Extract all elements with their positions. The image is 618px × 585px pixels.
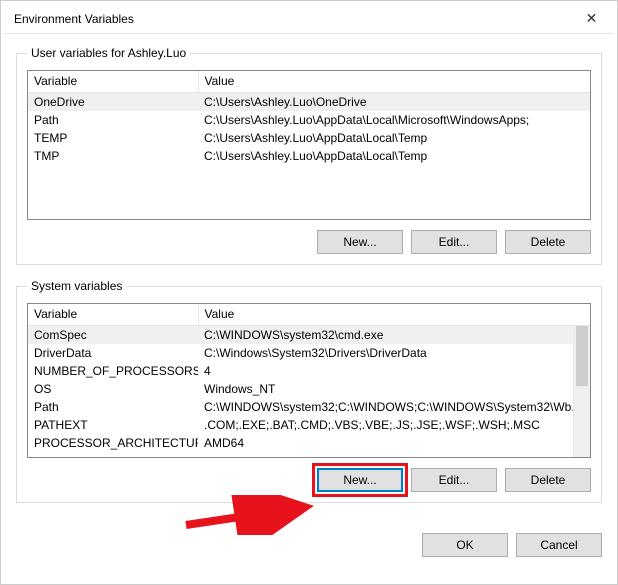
cell-var: Path xyxy=(28,398,198,416)
scrollbar-thumb[interactable] xyxy=(576,326,588,386)
cell-var: OneDrive xyxy=(28,92,198,111)
table-row[interactable]: PATHEXT .COM;.EXE;.BAT;.CMD;.VBS;.VBE;.J… xyxy=(28,416,590,434)
cell-val: C:\WINDOWS\system32\cmd.exe xyxy=(198,325,590,344)
user-variables-table-container: Variable Value OneDrive C:\Users\Ashley.… xyxy=(27,70,591,220)
dialog-buttons: OK Cancel xyxy=(4,527,614,567)
table-row[interactable]: DriverData C:\Windows\System32\Drivers\D… xyxy=(28,344,590,362)
cell-val: C:\WINDOWS\system32;C:\WINDOWS;C:\WINDOW… xyxy=(198,398,590,416)
system-variables-table[interactable]: Variable Value ComSpec C:\WINDOWS\system… xyxy=(28,304,590,452)
scrollbar[interactable] xyxy=(573,326,590,457)
table-row[interactable]: NUMBER_OF_PROCESSORS 4 xyxy=(28,362,590,380)
cell-val: C:\Users\Ashley.Luo\AppData\Local\Temp xyxy=(198,147,590,165)
window-title: Environment Variables xyxy=(14,12,134,26)
table-row[interactable]: PROCESSOR_ARCHITECTURE AMD64 xyxy=(28,434,590,452)
user-variables-table[interactable]: Variable Value OneDrive C:\Users\Ashley.… xyxy=(28,71,590,165)
system-buttons: New... Edit... Delete xyxy=(27,468,591,492)
user-col-variable[interactable]: Variable xyxy=(28,71,198,92)
user-buttons: New... Edit... Delete xyxy=(27,230,591,254)
titlebar: Environment Variables ✕ xyxy=(4,4,614,34)
cell-val: AMD64 xyxy=(198,434,590,452)
table-row[interactable]: ComSpec C:\WINDOWS\system32\cmd.exe xyxy=(28,325,590,344)
cell-var: Path xyxy=(28,111,198,129)
system-new-button[interactable]: New... xyxy=(317,468,403,492)
cell-var: OS xyxy=(28,380,198,398)
cell-var: TEMP xyxy=(28,129,198,147)
system-variables-table-container: Variable Value ComSpec C:\WINDOWS\system… xyxy=(27,303,591,458)
cell-val: C:\Users\Ashley.Luo\AppData\Local\Temp xyxy=(198,129,590,147)
user-col-value[interactable]: Value xyxy=(198,71,590,92)
table-row[interactable]: Path C:\Users\Ashley.Luo\AppData\Local\M… xyxy=(28,111,590,129)
system-group-legend: System variables xyxy=(27,279,126,293)
cell-var: ComSpec xyxy=(28,325,198,344)
table-row[interactable]: Path C:\WINDOWS\system32;C:\WINDOWS;C:\W… xyxy=(28,398,590,416)
table-header-row[interactable]: Variable Value xyxy=(28,71,590,92)
cell-val: Windows_NT xyxy=(198,380,590,398)
cell-var: DriverData xyxy=(28,344,198,362)
table-row[interactable]: OS Windows_NT xyxy=(28,380,590,398)
cell-val: C:\Users\Ashley.Luo\OneDrive xyxy=(198,92,590,111)
cell-val: 4 xyxy=(198,362,590,380)
cell-var: PROCESSOR_ARCHITECTURE xyxy=(28,434,198,452)
table-row[interactable]: TMP C:\Users\Ashley.Luo\AppData\Local\Te… xyxy=(28,147,590,165)
cell-var: NUMBER_OF_PROCESSORS xyxy=(28,362,198,380)
table-row[interactable]: OneDrive C:\Users\Ashley.Luo\OneDrive xyxy=(28,92,590,111)
user-variables-group: User variables for Ashley.Luo Variable V… xyxy=(16,46,602,265)
sys-col-value[interactable]: Value xyxy=(198,304,590,325)
system-edit-button[interactable]: Edit... xyxy=(411,468,497,492)
close-button[interactable]: ✕ xyxy=(569,4,614,34)
cell-val: C:\Windows\System32\Drivers\DriverData xyxy=(198,344,590,362)
ok-button[interactable]: OK xyxy=(422,533,508,557)
sys-col-variable[interactable]: Variable xyxy=(28,304,198,325)
table-header-row[interactable]: Variable Value xyxy=(28,304,590,325)
cancel-button[interactable]: Cancel xyxy=(516,533,602,557)
user-delete-button[interactable]: Delete xyxy=(505,230,591,254)
cell-val: C:\Users\Ashley.Luo\AppData\Local\Micros… xyxy=(198,111,590,129)
cell-val: .COM;.EXE;.BAT;.CMD;.VBS;.VBE;.JS;.JSE;.… xyxy=(198,416,590,434)
cell-var: PATHEXT xyxy=(28,416,198,434)
system-variables-group: System variables Variable Value ComSpec … xyxy=(16,279,602,503)
table-row[interactable]: TEMP C:\Users\Ashley.Luo\AppData\Local\T… xyxy=(28,129,590,147)
user-edit-button[interactable]: Edit... xyxy=(411,230,497,254)
system-delete-button[interactable]: Delete xyxy=(505,468,591,492)
close-icon: ✕ xyxy=(586,10,598,27)
cell-var: TMP xyxy=(28,147,198,165)
user-new-button[interactable]: New... xyxy=(317,230,403,254)
user-group-legend: User variables for Ashley.Luo xyxy=(27,46,190,60)
